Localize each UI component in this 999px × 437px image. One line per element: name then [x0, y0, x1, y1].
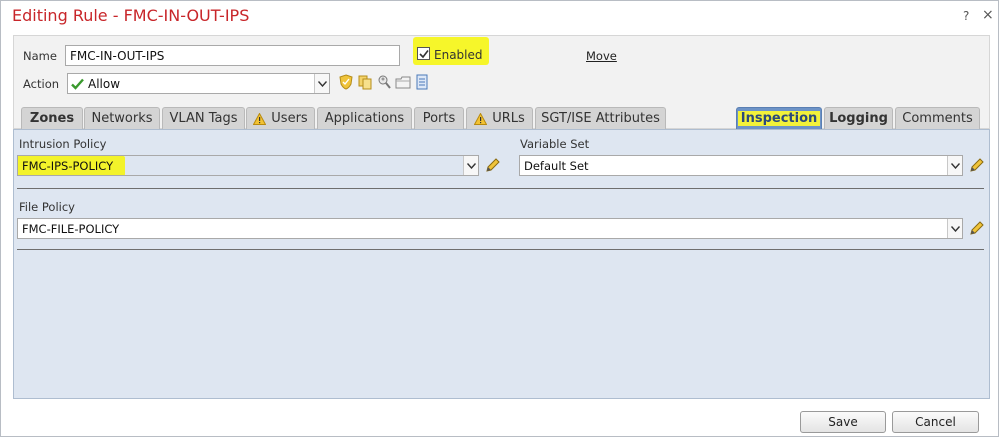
tab-label: Comments	[902, 111, 973, 126]
intrusion-policy-value: FMC-IPS-POLICY	[22, 159, 114, 173]
search-user-icon[interactable]	[376, 74, 392, 90]
chevron-down-icon[interactable]	[947, 156, 962, 175]
pencil-icon[interactable]	[969, 157, 985, 173]
checkmark-icon	[418, 49, 429, 58]
pencil-icon[interactable]	[485, 157, 501, 173]
name-input[interactable]: FMC-IN-OUT-IPS	[65, 45, 400, 66]
copy-icon[interactable]	[357, 74, 373, 90]
tab-label: Applications	[324, 111, 405, 126]
intrusion-policy-label: Intrusion Policy	[19, 137, 107, 151]
name-label: Name	[23, 49, 57, 63]
tab-zones[interactable]: Zones	[21, 107, 83, 129]
document-icon[interactable]	[414, 74, 430, 90]
dialog-title: Editing Rule - FMC-IN-OUT-IPS	[12, 6, 250, 25]
cancel-button[interactable]: Cancel	[892, 411, 979, 433]
tab-label: Networks	[91, 111, 153, 126]
tab-networks[interactable]: Networks	[84, 107, 160, 129]
file-policy-select[interactable]: FMC-FILE-POLICY	[17, 218, 963, 239]
warning-icon	[253, 112, 267, 125]
enabled-label: Enabled	[434, 48, 483, 62]
move-link[interactable]: Move	[586, 49, 617, 63]
chevron-down-icon[interactable]	[314, 74, 329, 93]
action-value: Allow	[88, 77, 121, 91]
tab-inspection[interactable]: Inspection	[736, 107, 822, 129]
tab-label: URLs	[492, 111, 525, 126]
tab-logging[interactable]: Logging	[824, 107, 893, 129]
tab-label: Inspection	[737, 111, 821, 126]
tab-label: Users	[271, 111, 308, 126]
tab-label: SGT/ISE Attributes	[541, 111, 660, 126]
save-button[interactable]: Save	[800, 411, 886, 433]
file-policy-label: File Policy	[19, 200, 75, 214]
variable-set-value: Default Set	[524, 159, 589, 173]
tab-urls[interactable]: URLs	[466, 107, 533, 129]
shield-icon[interactable]	[338, 74, 354, 90]
tab-applications[interactable]: Applications	[317, 107, 412, 129]
chevron-down-icon[interactable]	[947, 219, 962, 238]
action-label: Action	[23, 77, 60, 91]
tab-vlan-tags[interactable]: VLAN Tags	[162, 107, 245, 129]
divider	[17, 188, 984, 189]
close-icon[interactable]: ×	[982, 7, 994, 23]
editing-rule-dialog: Editing Rule - FMC-IN-OUT-IPS ? × Name F…	[0, 0, 999, 437]
chevron-down-icon[interactable]	[463, 156, 478, 175]
tab-label: Zones	[29, 111, 75, 126]
file-policy-value: FMC-FILE-POLICY	[22, 222, 120, 236]
tab-users[interactable]: Users	[246, 107, 315, 129]
tab-label: Logging	[829, 111, 888, 126]
intrusion-policy-select[interactable]: FMC-IPS-POLICY	[17, 155, 479, 176]
variable-set-label: Variable Set	[520, 137, 590, 151]
action-options-toolbar	[338, 74, 430, 90]
tab-ports[interactable]: Ports	[414, 107, 464, 129]
variable-set-select[interactable]: Default Set	[519, 155, 963, 176]
action-select[interactable]: Allow	[67, 73, 330, 94]
tab-sgt-ise-attributes[interactable]: SGT/ISE Attributes	[535, 107, 666, 129]
tab-comments[interactable]: Comments	[895, 107, 980, 129]
tab-label: VLAN Tags	[169, 111, 238, 126]
title-bar: Editing Rule - FMC-IN-OUT-IPS ? ×	[1, 1, 998, 33]
help-icon[interactable]: ?	[963, 9, 969, 23]
warning-icon	[474, 112, 488, 125]
enabled-checkbox[interactable]	[417, 47, 430, 60]
tab-label: Ports	[422, 111, 456, 126]
allow-check-icon	[71, 78, 84, 90]
divider	[17, 249, 984, 250]
pencil-icon[interactable]	[969, 220, 985, 236]
folder-icon[interactable]	[395, 74, 411, 90]
